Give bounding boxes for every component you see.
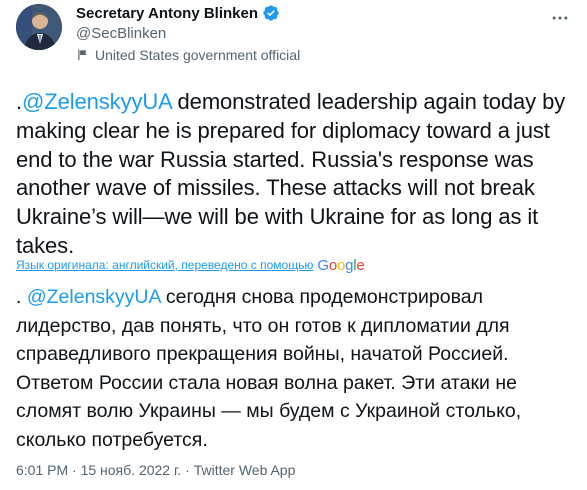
more-options-icon[interactable] (550, 8, 570, 28)
tweet-text-translated: . @ZelenskyyUA сегодня снова продемонстр… (16, 283, 576, 454)
translated-mention-link[interactable]: @ZelenskyyUA (27, 286, 161, 308)
tweet: Secretary Antony Blinken @SecBlinken Uni… (0, 0, 587, 490)
author-handle[interactable]: @SecBlinken (76, 25, 166, 42)
avatar[interactable] (16, 4, 62, 50)
google-logo: Google (317, 256, 365, 274)
affiliation-label: United States government official (95, 47, 301, 63)
tweet-text-original: .@ZelenskyyUA demonstrated leadership ag… (16, 88, 576, 261)
flag-icon (78, 49, 87, 61)
author-name[interactable]: Secretary Antony Blinken (76, 5, 258, 22)
avatar-image (16, 4, 62, 50)
tweet-body: demonstrated leadership again today by m… (16, 89, 566, 258)
verified-badge-icon (263, 5, 279, 21)
translation-note[interactable]: Язык оригинала: английский, переведено с… (16, 258, 313, 272)
translation-attribution: Язык оригинала: английский, переведено с… (16, 254, 365, 276)
translated-prefix: . (16, 286, 27, 308)
tweet-timestamp[interactable]: 6:01 PM · 15 нояб. 2022 г. · Twitter Web… (16, 462, 295, 478)
tweet-header: Secretary Antony Blinken @SecBlinken Uni… (16, 2, 576, 63)
affiliation: United States government official (76, 47, 300, 63)
mention-link[interactable]: @ZelenskyyUA (22, 89, 172, 114)
name-row: Secretary Antony Blinken (76, 4, 280, 22)
translated-body: сегодня снова продемонстрировал лидерств… (16, 286, 522, 451)
